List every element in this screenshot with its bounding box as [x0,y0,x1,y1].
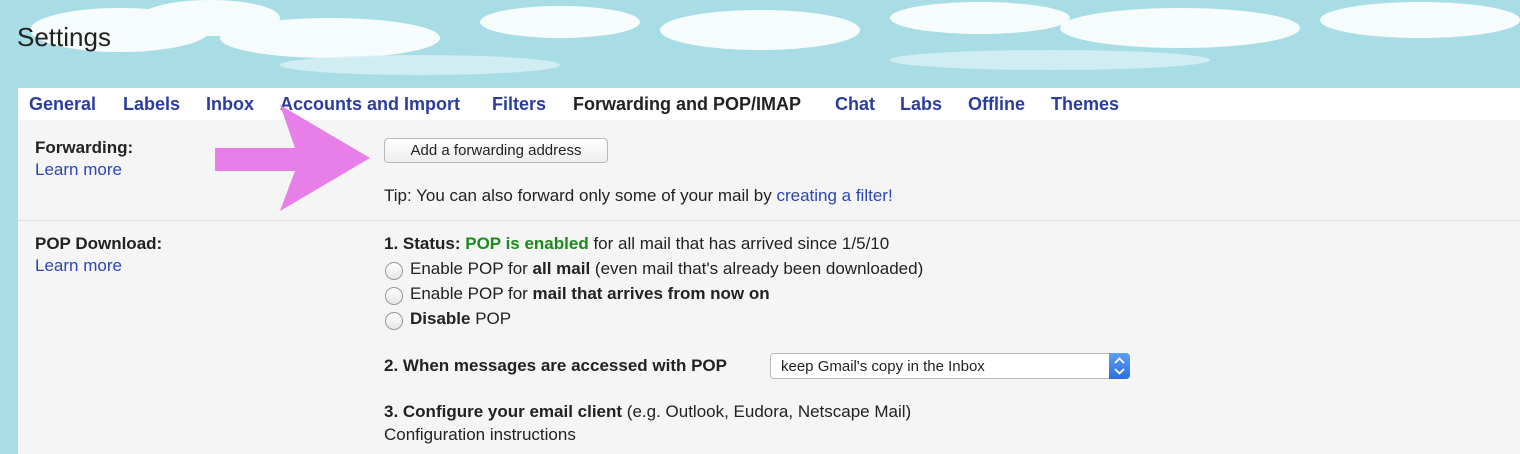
pop-access-select-value: keep Gmail's copy in the Inbox [781,358,985,375]
option-disable-pop-label: Disable POP [410,309,511,329]
tab-filters[interactable]: Filters [492,88,546,120]
configure-email-client-label: 3. Configure your email client [384,402,623,421]
pop-access-label: 2. When messages are accessed with POP [384,356,727,375]
pop-access-select[interactable]: keep Gmail's copy in the Inbox [770,353,1130,379]
option-text: Enable POP for [410,284,533,303]
configure-email-client-line: 3. Configure your email client (e.g. Out… [384,402,911,422]
tab-forwarding-and-pop-imap[interactable]: Forwarding and POP/IMAP [573,88,801,120]
forwarding-label: Forwarding: [35,138,134,157]
option-text: (even mail that's already been downloade… [590,259,924,278]
configuration-instructions-link[interactable]: Configuration instructions [384,425,576,445]
tab-labels[interactable]: Labels [123,88,180,120]
pop-status-value: POP is enabled [465,234,589,253]
page-title: Settings [17,22,111,52]
option-text: Enable POP for [410,259,533,278]
option-text-bold: mail that arrives from now on [532,284,770,303]
option-text-bold: all mail [532,259,591,278]
pop-download-label: POP Download: [35,234,163,253]
configure-email-client-note: (e.g. Outlook, Eudora, Netscape Mail) [622,402,912,421]
tab-chat[interactable]: Chat [835,88,875,120]
pop-status-line: 1. Status: POP is enabled for all mail t… [384,234,889,254]
option-text: POP [470,309,512,328]
option-enable-pop-all-mail-label: Enable POP for all mail (even mail that'… [410,259,923,279]
creating-a-filter-link[interactable]: creating a filter! [776,186,892,205]
section-divider [18,220,1520,221]
forwarding-tip: Tip: You can also forward only some of y… [384,186,893,206]
pop-status-prefix: 1. Status: [384,234,466,253]
radio-enable-pop-all-mail[interactable] [385,262,403,280]
forwarding-tip-text: Tip: You can also forward only some of y… [384,186,777,205]
radio-enable-pop-from-now-on[interactable] [385,287,403,305]
pop-status-suffix: for all mail that has arrived since 1/5/… [588,234,890,253]
select-arrows-icon [1109,353,1130,379]
radio-disable-pop[interactable] [385,312,403,330]
forwarding-learn-more-link[interactable]: Learn more [35,160,122,180]
annotation-arrow-icon [215,105,370,211]
pop-learn-more-link[interactable]: Learn more [35,256,122,276]
option-text-bold: Disable [410,309,471,328]
option-enable-pop-from-now-on-label: Enable POP for mail that arrives from no… [410,284,770,304]
tab-general[interactable]: General [29,88,96,120]
add-forwarding-address-button[interactable]: Add a forwarding address [384,138,608,163]
tab-themes[interactable]: Themes [1051,88,1119,120]
tab-offline[interactable]: Offline [968,88,1025,120]
theme-clouds-background [30,0,1520,75]
tab-labs[interactable]: Labs [900,88,942,120]
